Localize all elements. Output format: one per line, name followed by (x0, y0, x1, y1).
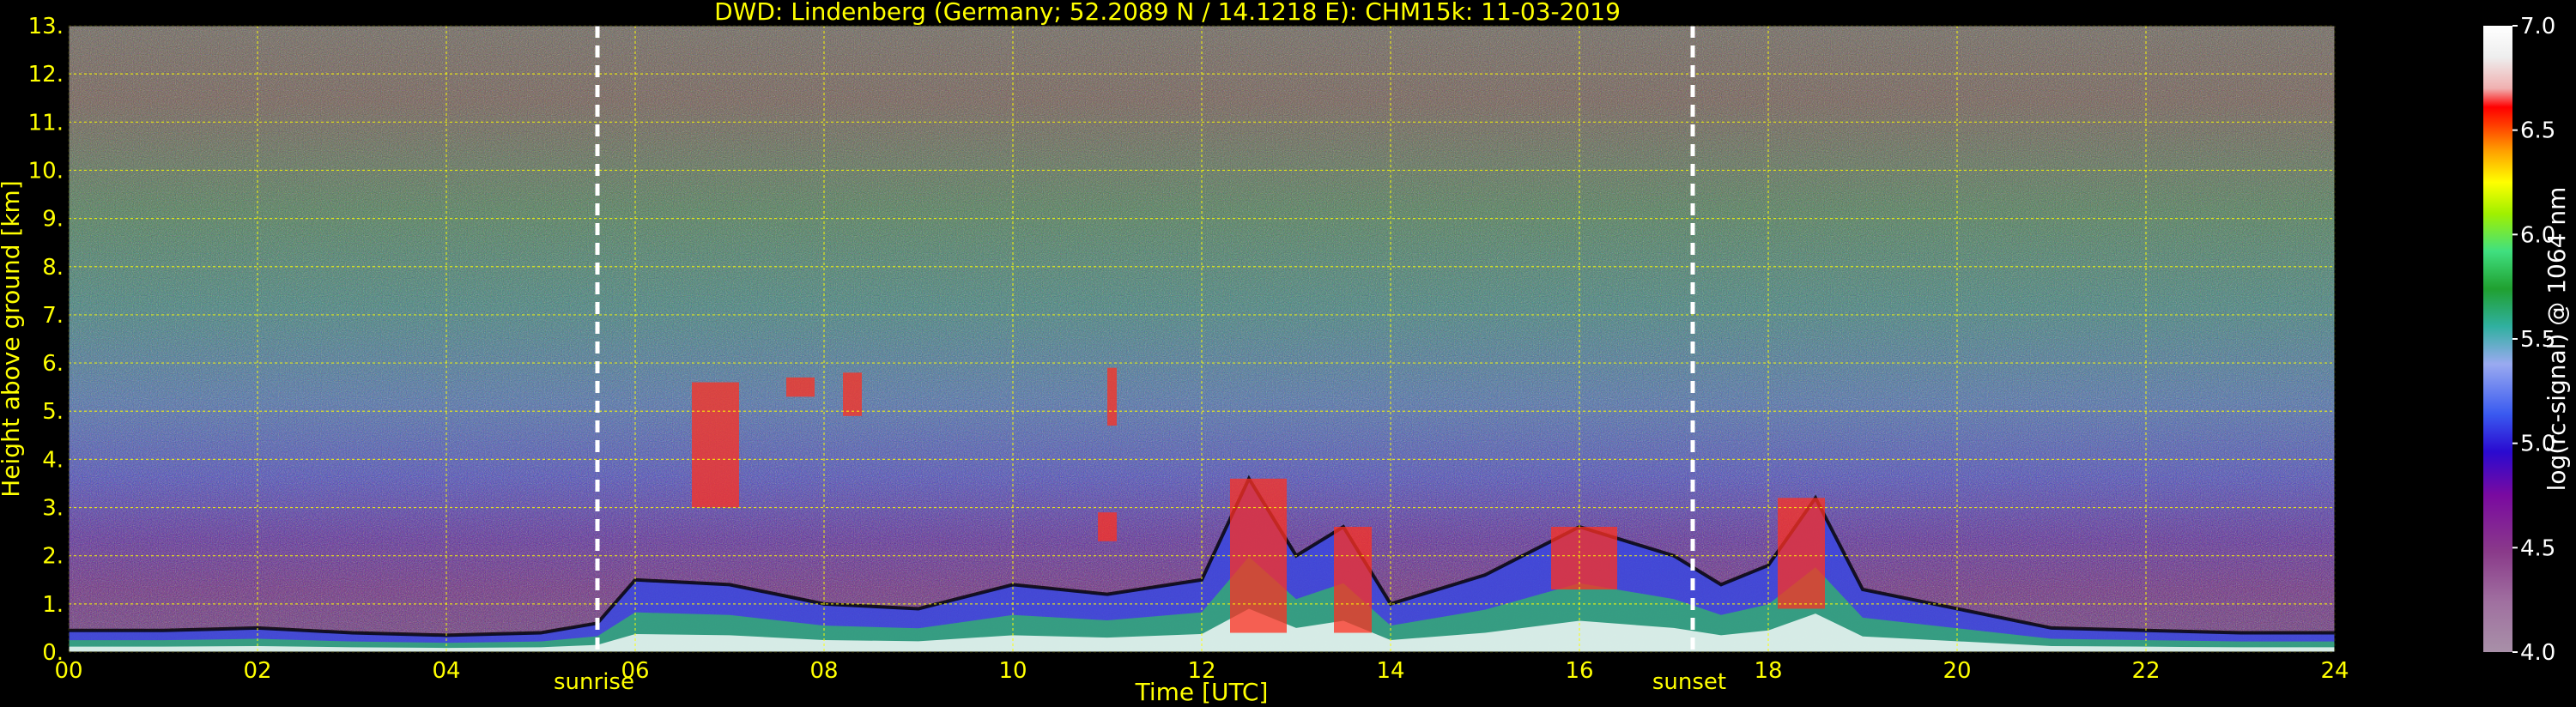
plot-area (68, 25, 2336, 653)
cloud-feature (1778, 498, 1825, 609)
y-tick-label: 6. (42, 351, 64, 377)
cloud-feature (786, 377, 815, 397)
y-tick-label: 0. (42, 640, 64, 666)
y-tick-label: 7. (42, 303, 64, 329)
cloud-feature (1551, 527, 1617, 589)
cloud-feature (1107, 367, 1117, 426)
y-tick-label: 12. (28, 62, 64, 88)
y-tick-label: 13. (28, 14, 64, 39)
y-axis-label: Height above ground [km] (0, 180, 25, 498)
colorbar-gradient (2483, 26, 2512, 652)
sunrise-label: sunrise (554, 669, 634, 695)
x-tick-label: 14 (1376, 658, 1404, 684)
y-tick-label: 9. (42, 207, 64, 233)
y-tick-label: 11. (28, 110, 64, 136)
y-tick-labels: 0. 1. 2. 3. 4. 5. 6. 7. 8. 9. 10. 11. 12. 13. (28, 14, 64, 666)
y-tick-label: 2. (42, 544, 64, 570)
cloud-feature (843, 372, 862, 416)
x-tick-label: 04 (432, 658, 460, 684)
colorbar: 4.04.55.05.56.06.57.0 log(rc-signal) @ 1… (2483, 14, 2571, 666)
y-tick-label: 4. (42, 447, 64, 473)
colorbar-tick-label: 4.5 (2520, 535, 2555, 561)
colorbar-label: log(rc-signal) @ 1064 nm (2543, 187, 2571, 492)
sunset-label: sunset (1652, 669, 1726, 695)
cloud-feature (1098, 512, 1117, 541)
x-tick-label: 20 (1943, 658, 1971, 684)
cloud-feature (692, 382, 739, 508)
y-tick-label: 10. (28, 158, 64, 184)
y-tick-label: 5. (42, 399, 64, 425)
y-tick-label: 8. (42, 255, 64, 281)
x-tick-label: 08 (809, 658, 838, 684)
x-tick-label: 18 (1754, 658, 1782, 684)
x-tick-label: 16 (1565, 658, 1593, 684)
x-tick-label: 22 (2131, 658, 2160, 684)
x-tick-label: 24 (2320, 658, 2349, 684)
chart-title: DWD: Lindenberg (Germany; 52.2089 N / 14… (714, 0, 1621, 26)
x-axis-label: Time [UTC] (1135, 678, 1269, 706)
cloud-feature (1334, 527, 1372, 633)
colorbar-tick-label: 7.0 (2520, 14, 2555, 39)
y-tick-label: 1. (42, 592, 64, 618)
ceilometer-chart: DWD: Lindenberg (Germany; 52.2089 N / 14… (0, 0, 2571, 706)
y-tick-label: 3. (42, 496, 64, 522)
colorbar-tick-label: 6.5 (2520, 118, 2555, 144)
colorbar-tick-label: 4.0 (2520, 640, 2555, 666)
x-tick-label: 10 (998, 658, 1027, 684)
x-tick-label: 02 (243, 658, 271, 684)
